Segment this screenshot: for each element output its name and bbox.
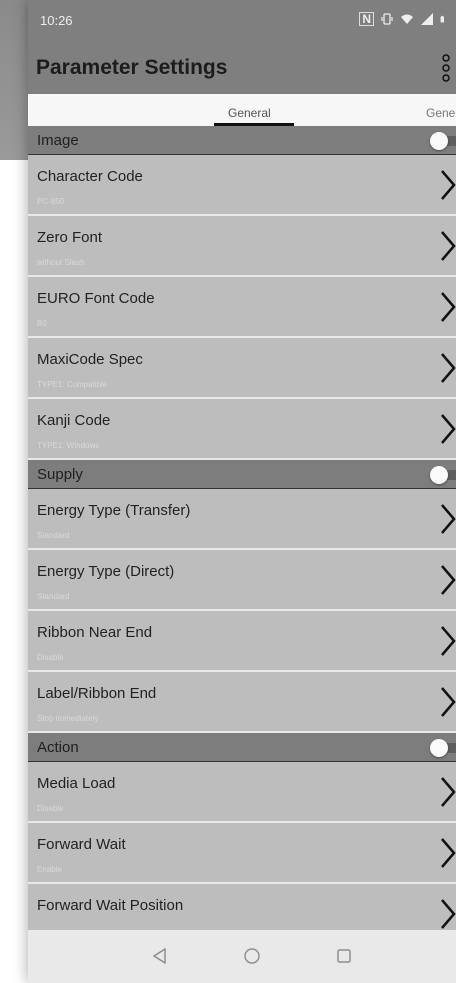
settings-list: Image Character Code PC-850 Zero Font wi… (28, 126, 456, 945)
item-name: Zero Font (37, 229, 103, 246)
section-label: Action (37, 739, 79, 756)
item-name: Forward Wait Position (37, 897, 184, 914)
list-item[interactable]: Energy Type (Direct) Standard (28, 550, 456, 611)
back-triangle-icon[interactable] (150, 946, 170, 966)
list-item[interactable]: EURO Font Code B0 (28, 277, 456, 338)
app-bar: Parameter Settings (28, 42, 456, 94)
item-value: PC-850 (37, 197, 65, 206)
chevron-right-icon (441, 504, 456, 534)
section-label: Image (37, 132, 79, 149)
page-title: Parameter Settings (36, 56, 228, 79)
wifi-icon (401, 14, 413, 24)
section-header-action: Action (28, 733, 456, 762)
chevron-right-icon (441, 170, 456, 200)
section-toggle[interactable] (430, 466, 456, 484)
nfc-icon: N (359, 12, 374, 26)
section-header-image: Image (28, 126, 456, 155)
item-value: Disable (37, 804, 64, 813)
signal-icon (421, 13, 433, 25)
item-value: without Slash (37, 258, 85, 267)
item-value: TYPE1: Windows (37, 441, 100, 450)
phone-screen: 10:26 N Parameter Settings General Gene … (28, 0, 456, 983)
status-bar: 10:26 N (28, 0, 456, 42)
list-item[interactable]: Kanji Code TYPE1: Windows (28, 399, 456, 460)
item-name: MaxiCode Spec (37, 351, 143, 368)
toggle-knob (430, 466, 448, 484)
chevron-right-icon (441, 231, 456, 261)
item-name: Ribbon Near End (37, 624, 153, 641)
section-toggle[interactable] (430, 132, 456, 150)
list-item[interactable]: Zero Font without Slash (28, 216, 456, 277)
list-item[interactable]: MaxiCode Spec TYPE1: Compatible (28, 338, 456, 399)
tab-general-2[interactable]: Genera (426, 106, 456, 120)
list-item[interactable]: Ribbon Near End Disable (28, 611, 456, 672)
chevron-right-icon (441, 565, 456, 595)
chevron-right-icon (441, 353, 456, 383)
toggle-knob (430, 739, 448, 757)
vibrate-icon (381, 13, 393, 25)
tab-bar: General Genera (28, 94, 456, 126)
section-label: Supply (37, 466, 83, 483)
overflow-menu-icon[interactable] (440, 52, 454, 86)
background-backdrop (0, 0, 28, 160)
status-icons: N (359, 12, 448, 26)
chevron-right-icon (441, 838, 456, 868)
chevron-right-icon (441, 899, 456, 929)
list-item[interactable]: Character Code PC-850 (28, 155, 456, 216)
chevron-right-icon (441, 292, 456, 322)
item-name: Forward Wait (37, 836, 126, 853)
item-name: Kanji Code (37, 412, 111, 429)
status-time: 10:26 (40, 13, 73, 28)
chevron-right-icon (441, 414, 456, 444)
section-header-supply: Supply (28, 460, 456, 489)
system-nav-bar (28, 930, 456, 983)
item-value: Standard (37, 592, 70, 601)
section-toggle[interactable] (430, 739, 456, 757)
item-value: Standard (37, 531, 70, 540)
item-name: Energy Type (Transfer) (37, 502, 191, 519)
item-name: Energy Type (Direct) (37, 563, 175, 580)
item-name: EURO Font Code (37, 290, 155, 307)
item-name: Character Code (37, 168, 143, 185)
chevron-right-icon (441, 687, 456, 717)
item-value: Stop immediately (37, 714, 99, 723)
battery-icon (440, 15, 444, 23)
tab-general[interactable]: General (228, 106, 271, 120)
home-circle-icon[interactable] (242, 946, 262, 966)
item-value: B0 (37, 319, 47, 328)
list-item[interactable]: Energy Type (Transfer) Standard (28, 489, 456, 550)
item-value: Enable (37, 865, 62, 874)
item-name: Media Load (37, 775, 116, 792)
item-value: Disable (37, 653, 64, 662)
toggle-knob (430, 132, 448, 150)
chevron-right-icon (441, 777, 456, 807)
chevron-right-icon (441, 626, 456, 656)
list-item[interactable]: Media Load Disable (28, 762, 456, 823)
list-item[interactable]: Label/Ribbon End Stop immediately (28, 672, 456, 733)
item-name: Label/Ribbon End (37, 685, 157, 702)
list-item[interactable]: Forward Wait Enable (28, 823, 456, 884)
recents-square-icon[interactable] (334, 946, 354, 966)
item-value: TYPE1: Compatible (37, 380, 108, 389)
